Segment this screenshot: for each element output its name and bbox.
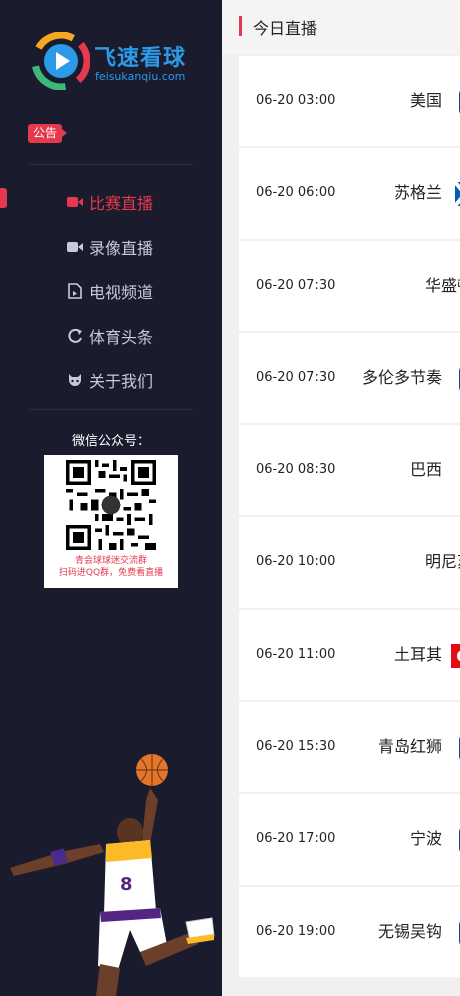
team-name: 苏格兰 [393,183,442,203]
nav-item-label: 录像直播 [89,238,154,258]
match-row[interactable]: 06-20 07:30 华盛顿神 [239,240,460,333]
nba-logo-icon [459,829,460,852]
sidebar-nav: 比赛直播 录像直播 电视频道 体育头条 关于我们 [66,180,153,403]
match-row[interactable]: 06-20 17:00 宁波 [239,794,460,887]
team-name: 土耳其 [393,644,442,664]
team-name: 美国 [409,91,442,110]
match-row[interactable]: 06-20 11:00 土耳其 [239,609,460,703]
match-row[interactable]: 06-20 06:00 苏格兰 [239,148,460,241]
brand-name: 飞速看球 [94,46,187,71]
svg-text:8: 8 [120,874,133,895]
qr-code-card: 青会球球迷交流群 扫码进QQ群，免费看直播 [44,455,178,588]
team-name: 青岛红狮 [377,737,442,757]
match-time: 06-20 08:30 [256,462,336,478]
match-time: 06-20 07:30 [256,277,336,293]
nav-item-label: 比赛直播 [89,194,154,214]
divider [28,164,193,165]
qr-caption: 青会球球迷交流群 扫码进QQ群，免费看直播 [44,555,178,579]
wechat-label: 微信公众号： [71,434,150,449]
team-name: 巴西 [409,460,442,480]
nav-item-sports-news[interactable]: 体育头条 [66,314,153,359]
match-row[interactable]: 06-20 19:00 无锡吴钩 [239,886,460,979]
notice-badge[interactable]: 公告 [28,124,67,143]
team-name: 多伦多节奏 [361,367,442,387]
match-time: 06-20 10:00 [256,554,336,570]
match-time: 06-20 07:30 [256,369,336,385]
match-row[interactable]: 06-20 03:00 美国 [239,56,460,149]
match-time: 06-20 19:00 [256,923,336,939]
nba-logo-icon [459,921,460,944]
team-name: 宁波 [409,829,442,849]
nav-item-live[interactable]: 比赛直播 [66,180,153,225]
github-icon [66,371,84,389]
title-accent-bar [239,16,242,36]
qr-code-icon [66,460,156,550]
page-header: 今日直播 [222,0,460,54]
nav-item-label: 电视频道 [89,283,154,303]
page-title: 今日直播 [253,19,318,38]
match-list: 06-20 03:00 美国 06-20 06:00 苏格兰 06-20 07:… [239,56,460,979]
match-row[interactable]: 06-20 07:30 多伦多节奏 [239,332,460,426]
nav-item-label: 体育头条 [89,327,154,347]
match-time: 06-20 11:00 [256,646,336,662]
qr-caption-line: 扫码进QQ群，免费看直播 [58,568,164,578]
match-row[interactable]: 06-20 10:00 明尼苏达 [239,517,460,610]
match-time: 06-20 17:00 [256,831,336,847]
video-camera-icon [66,238,84,256]
play-logo-icon [32,32,90,90]
divider [28,409,193,410]
turkey-flag-icon [451,643,460,668]
qr-caption-line: 青会球球迷交流群 [74,556,147,566]
active-nav-marker [0,188,7,208]
site-logo[interactable]: 飞速看球 feisukanqiu.com [32,30,207,94]
team-name: 华盛顿神 [424,275,460,295]
match-time: 06-20 03:00 [256,93,336,108]
team-name: 无锡吴钩 [377,921,442,941]
sidebar: 飞速看球 feisukanqiu.com 公告 比赛直播 录像直播 电视频道 体… [0,0,222,996]
refresh-icon [66,327,84,345]
nav-item-replay[interactable]: 录像直播 [66,225,153,270]
basketball-player-illustration: 8 [10,754,215,996]
nav-item-label: 关于我们 [89,372,154,392]
nav-item-about-us[interactable]: 关于我们 [66,358,153,403]
team-name: 明尼苏达 [424,552,460,572]
nba-logo-icon [459,90,460,114]
video-camera-icon [66,193,84,211]
main-content: 今日直播 06-20 03:00 美国 06-20 06:00 苏格兰 06-2… [222,0,460,996]
trophy-icon [451,457,460,485]
nba-logo-icon [459,736,460,760]
match-row[interactable]: 06-20 15:30 青岛红狮 [239,702,460,795]
scotland-flag-icon [453,181,460,208]
tv-document-icon [66,282,84,300]
brand-domain: feisukanqiu.com [95,70,186,83]
match-row[interactable]: 06-20 08:30 巴西 [239,425,460,518]
nba-logo-icon [459,367,460,391]
match-time: 06-20 15:30 [256,739,336,755]
nav-item-tv-channels[interactable]: 电视频道 [66,269,153,314]
match-time: 06-20 06:00 [256,185,336,201]
